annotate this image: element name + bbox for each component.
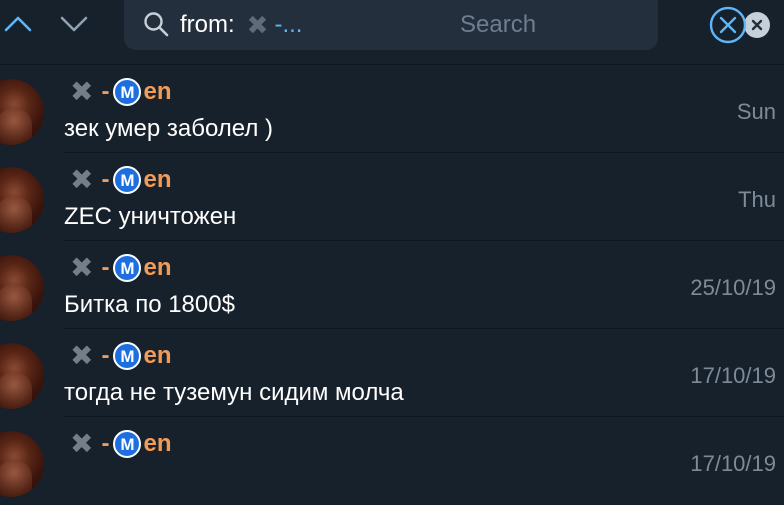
search-result-row[interactable]: ✖ - M en ZEC уничтожен Thu: [0, 153, 784, 241]
message-text: ZEC уничтожен: [64, 203, 237, 230]
chevron-up-icon: [4, 16, 32, 32]
filter-label: from:: [180, 11, 235, 38]
search-result-row[interactable]: ✖ - M en Битка по 1800$ 25/10/19: [0, 241, 784, 329]
previous-result-button[interactable]: [0, 8, 36, 40]
metro-m-badge-icon: M: [113, 430, 142, 458]
search-input[interactable]: [460, 11, 730, 39]
close-circle-icon: [709, 6, 747, 44]
avatar: [0, 343, 44, 409]
message-date: Thu: [738, 187, 776, 212]
cross-mark-icon: ✖: [70, 252, 94, 283]
message-date: 25/10/19: [690, 275, 776, 300]
search-box[interactable]: from: ✖ -...: [124, 0, 770, 50]
sender-name: ✖ - M en: [70, 164, 172, 195]
search-toolbar: from: ✖ -...: [0, 0, 784, 65]
close-search-button[interactable]: [708, 5, 748, 45]
sender-name: ✖ - M en: [70, 252, 172, 283]
metro-m-badge-icon: M: [113, 78, 142, 106]
sender-name: ✖ - M en: [70, 340, 172, 371]
message-text: зек умер заболел ): [64, 115, 273, 142]
search-icon: [144, 12, 169, 37]
cross-mark-icon: ✖: [70, 428, 94, 459]
sender-name: ✖ - M en: [70, 76, 172, 107]
cross-mark-icon: ✖: [246, 10, 269, 40]
chevron-down-icon: [60, 16, 88, 32]
from-filter-chip[interactable]: from: ✖ -...: [180, 11, 302, 39]
message-date: Sun: [736, 99, 776, 124]
search-result-row[interactable]: ✖ - M en 17/10/19: [0, 417, 784, 505]
avatar: [0, 255, 44, 321]
cross-mark-icon: ✖: [70, 164, 94, 195]
search-results-list: ✖ - M en зек умер заболел ) Sun ✖ - M en…: [0, 65, 784, 505]
metro-m-badge-icon: M: [113, 254, 142, 282]
message-date: 17/10/19: [690, 363, 776, 388]
sender-name: ✖ - M en: [70, 428, 172, 459]
message-date: 17/10/19: [690, 451, 776, 476]
next-result-button[interactable]: [56, 8, 92, 40]
avatar: [0, 79, 44, 145]
search-result-row[interactable]: ✖ - M en тогда не туземун сидим молча 17…: [0, 329, 784, 417]
metro-m-badge-icon: M: [113, 342, 142, 370]
avatar: [0, 431, 44, 497]
clear-icon: [751, 19, 763, 31]
cross-mark-icon: ✖: [70, 340, 94, 371]
filter-value: -...: [274, 11, 303, 38]
search-result-row[interactable]: ✖ - M en зек умер заболел ) Sun: [0, 65, 784, 153]
avatar: [0, 167, 44, 233]
message-text: тогда не туземун сидим молча: [64, 379, 404, 406]
metro-m-badge-icon: M: [113, 166, 142, 194]
message-text: Битка по 1800$: [64, 291, 235, 318]
cross-mark-icon: ✖: [70, 76, 94, 107]
